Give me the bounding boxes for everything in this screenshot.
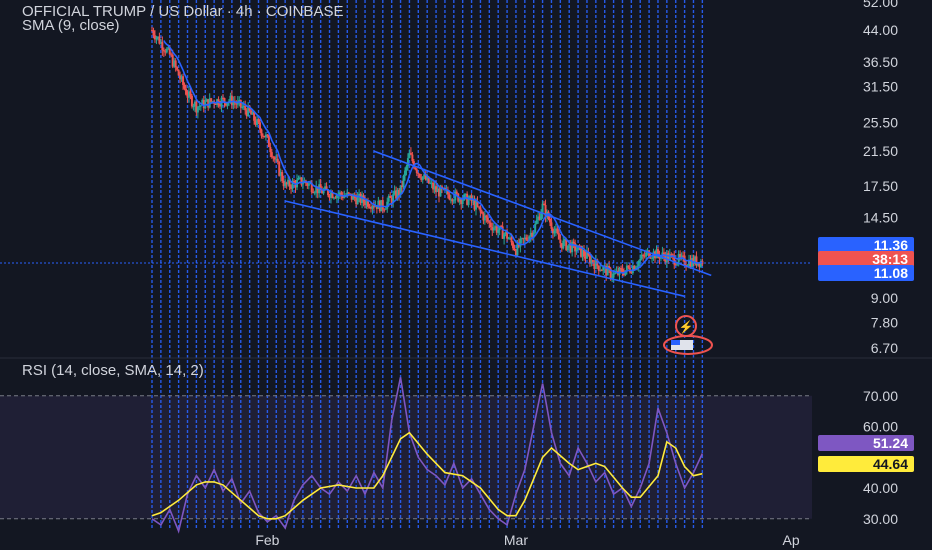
price-tick-5: 21.50 [863, 143, 898, 159]
lightning-icon: ⚡ [679, 320, 694, 334]
us-flag-canton [671, 340, 680, 345]
rsi-tick-3: 40.00 [863, 480, 898, 496]
price-tick-11: 6.70 [871, 340, 898, 356]
time-tick-mar: Mar [504, 532, 528, 548]
rsi-tick-1: 60.00 [863, 419, 898, 435]
price-tick-9: 9.00 [871, 290, 898, 306]
chart-canvas[interactable]: 52.00 44.00 36.50 31.50 25.50 21.50 17.50 14.50… [0, 0, 932, 550]
rsi-value-badge: 51.24 [818, 435, 914, 451]
price-tick-0: 52.00 [863, 0, 898, 10]
rsi-tick-0: 70.00 [863, 388, 898, 404]
price-tick-10: 7.80 [871, 314, 898, 330]
price-tick-7: 14.50 [863, 210, 898, 226]
candle-170 [402, 174, 405, 190]
price-tick-6: 17.50 [863, 178, 898, 194]
price-tick-1: 44.00 [863, 22, 898, 38]
candle-18 [177, 69, 180, 76]
sma-legend[interactable]: SMA (9, close) [22, 17, 120, 34]
rsi-sma-badge: 44.64 [818, 456, 914, 472]
price-tick-2: 36.50 [863, 54, 898, 70]
price-tick-4: 25.50 [863, 114, 898, 130]
rsi-legend[interactable]: RSI (14, close, SMA, 14, 2) [22, 362, 204, 379]
rsi-tick-4: 30.00 [863, 511, 898, 527]
price-badge-lower: 11.08 [818, 265, 914, 281]
time-tick-feb: Feb [255, 532, 279, 548]
time-tick-ap: Ap [783, 532, 800, 548]
price-tick-3: 31.50 [863, 79, 898, 95]
